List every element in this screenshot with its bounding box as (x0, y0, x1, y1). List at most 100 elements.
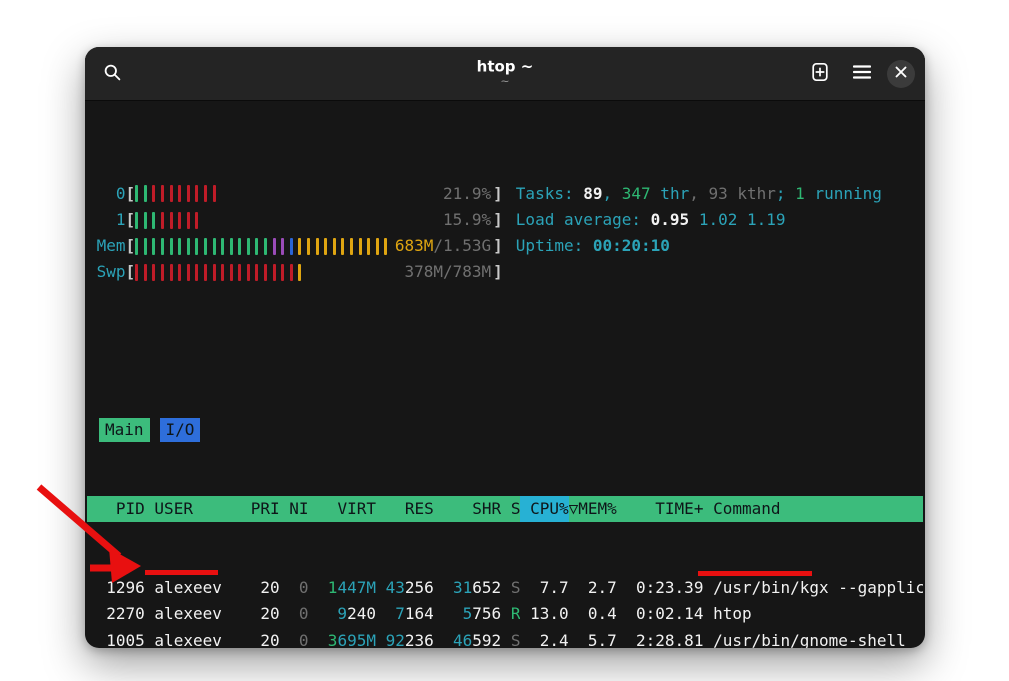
text-segment: 0.4 (588, 604, 617, 623)
text-segment: 683M (395, 233, 434, 259)
meter-bar-red (178, 212, 181, 229)
column-header-mem[interactable]: ▽MEM% (569, 496, 617, 522)
meter-bar-red (144, 264, 147, 281)
meter-bar-yellow (359, 238, 362, 255)
meter-label: Mem (97, 233, 126, 259)
text-segment: htop (713, 604, 752, 623)
text-segment: 347 (622, 181, 651, 207)
summary-line: 0[21.9%]Tasks: 89, 347 thr, 93 kthr; 1 r… (87, 181, 923, 207)
text-segment: 1005 (106, 631, 145, 648)
meter-bar-red (264, 264, 267, 281)
meter-bar-red (152, 185, 155, 202)
meter-bar-red (161, 212, 164, 229)
column-header-shr[interactable]: SHR (434, 496, 501, 522)
column-header-cpu[interactable]: CPU% (520, 496, 568, 522)
text-segment: 2.4 (540, 631, 569, 648)
text-segment: 2:28.81 (636, 631, 703, 648)
process-row[interactable]: 1005alexeev2003695M9223646592S2.45.72:28… (87, 628, 923, 648)
column-header-pid[interactable]: PID (87, 496, 145, 522)
text-segment: , (603, 181, 622, 207)
meter-value: 378M/783M (404, 259, 491, 285)
cell-shr: 46592 (434, 628, 501, 648)
load-average: Load average: 0.95 1.02 1.19 (516, 207, 786, 233)
meter-bar-red (238, 264, 241, 281)
meter-bar-red (187, 185, 190, 202)
meter-bar-red (213, 185, 216, 202)
column-header-pri[interactable]: PRI (241, 496, 280, 522)
meter-bar-red (204, 185, 207, 202)
meter-bar-yellow (298, 238, 301, 255)
cell-res: 7164 (376, 601, 434, 627)
tab-io[interactable]: I/O (160, 418, 201, 442)
cell-pid: 1005 (87, 628, 145, 648)
column-header-s[interactable]: S (501, 496, 520, 522)
text-segment: 20 (260, 604, 279, 623)
text-segment: Tasks: (516, 181, 583, 207)
search-button[interactable] (95, 57, 129, 91)
summary-line: 1[15.9%]Load average: 0.95 1.02 1.19 (87, 207, 923, 233)
text-segment: 652 (472, 578, 501, 597)
meter-bar-yellow (307, 238, 310, 255)
cell-time: 0:23.39 (617, 575, 704, 601)
meter-bar-red (195, 264, 198, 281)
cell-pid: 1296 (87, 575, 145, 601)
text-segment: 3 (328, 631, 338, 648)
column-header-cmd[interactable]: Command (703, 496, 923, 522)
meter-bar-green (204, 238, 207, 255)
meter-bar-green (230, 238, 233, 255)
meter-bar-yellow (384, 238, 387, 255)
column-header-user[interactable]: USER (145, 496, 241, 522)
meter-bar-green (135, 212, 138, 229)
text-segment: thr (651, 181, 690, 207)
column-header-time[interactable]: TIME+ (617, 496, 704, 522)
meter-value: 21.9% (443, 181, 491, 207)
column-header-virt[interactable]: VIRT (309, 496, 376, 522)
cell-ni: 0 (280, 628, 309, 648)
cell-shr: 31652 (434, 575, 501, 601)
cell-mem: 0.4 (569, 601, 617, 627)
meter-bar-green (238, 238, 241, 255)
text-segment: 240 (347, 604, 376, 623)
cell-virt: 9240 (309, 601, 376, 627)
meter-label: 1 (97, 207, 126, 233)
htop-terminal[interactable]: 0[21.9%]Tasks: 89, 347 thr, 93 kthr; 1 r… (85, 100, 925, 648)
text-segment: 46 (453, 631, 472, 648)
search-icon (103, 63, 122, 85)
process-row[interactable]: 1296alexeev2001447M4325631652S7.72.70:23… (87, 575, 923, 601)
process-row[interactable]: 2270alexeev200924071645756R13.00.40:02.1… (87, 601, 923, 627)
text-segment: 1.02 (699, 207, 747, 233)
meter-bar-green (255, 238, 258, 255)
text-segment: running (805, 181, 882, 207)
cell-time: 2:28.81 (617, 628, 704, 648)
text-segment: 5.7 (588, 631, 617, 648)
meter-bar-green (264, 238, 267, 255)
meter-bar-red (213, 264, 216, 281)
cell-user: alexeev (145, 601, 241, 627)
table-header[interactable]: PIDUSERPRINIVIRTRESSHRSCPU%▽MEM%TIME+Com… (87, 496, 923, 522)
cell-time: 0:02.14 (617, 601, 704, 627)
meter-bar-green (170, 238, 173, 255)
window-title: htop ~ (477, 58, 534, 75)
meter-bar-red (221, 264, 224, 281)
text-segment: S (511, 631, 521, 648)
column-header-ni[interactable]: NI (280, 496, 309, 522)
text-segment: 13.0 (530, 604, 569, 623)
meter-bar-red (187, 264, 190, 281)
text-segment: 20 (260, 578, 279, 597)
text-segment: Load average: (516, 207, 651, 233)
meter-bar-red (170, 185, 173, 202)
titlebar[interactable]: htop ~ ~ (85, 47, 925, 100)
new-tab-button[interactable] (803, 57, 837, 91)
meter-bar-yellow (350, 238, 353, 255)
text-segment: 756 (472, 604, 501, 623)
text-segment: 164 (405, 604, 434, 623)
menu-button[interactable] (845, 57, 879, 91)
tab-main[interactable]: Main (99, 418, 150, 442)
column-header-res[interactable]: RES (376, 496, 434, 522)
close-button[interactable] (887, 60, 915, 88)
meter-bar-red (161, 264, 164, 281)
cell-cmd: /usr/bin/gnome-shell (703, 628, 923, 648)
text-segment: 5 (463, 604, 473, 623)
meter-bar-red (178, 264, 181, 281)
text-segment: 447M (337, 578, 376, 597)
